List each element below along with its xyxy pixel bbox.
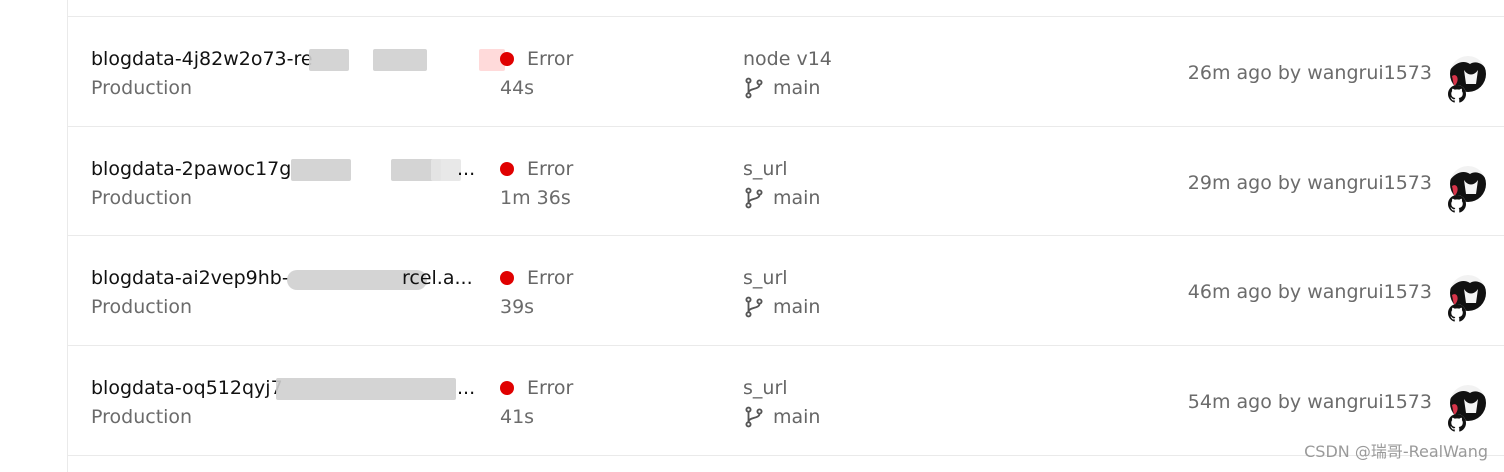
redaction-block [291, 159, 351, 181]
row-divider [67, 455, 1504, 456]
status-dot-icon [500, 381, 514, 395]
deployment-name[interactable]: blogdata-ai2vep9hb- rcel.a... [91, 266, 473, 290]
status-text: Error [527, 267, 574, 289]
build-duration: 39s [500, 296, 535, 318]
github-icon [1448, 414, 1466, 432]
deployment-name[interactable]: blogdata-2pawoc17g ... [91, 157, 475, 181]
branch-name[interactable]: main [773, 187, 820, 209]
deployment-name-cell: blogdata-4j82w2o73-re Production [91, 47, 505, 100]
status-dot-icon [500, 162, 514, 176]
status-cell: Error 39s [500, 266, 720, 319]
build-duration: 41s [500, 406, 535, 428]
status-text: Error [527, 377, 574, 399]
redaction-block [309, 49, 349, 71]
redaction-block [276, 378, 456, 400]
commit-message[interactable]: s_url [743, 266, 1043, 290]
source-cell: s_url main [743, 266, 1043, 319]
deployment-row[interactable]: blogdata-oq512qyj7 ... Production Error … [67, 346, 1504, 455]
source-cell: node v14 main [743, 47, 1043, 100]
github-icon [1448, 85, 1466, 103]
status-cell: Error 44s [500, 47, 720, 100]
source-cell: s_url main [743, 157, 1043, 210]
deployment-name-text: blogdata-ai2vep9hb- [91, 267, 289, 289]
branch-name[interactable]: main [773, 77, 820, 99]
branch-name[interactable]: main [773, 296, 820, 318]
deployments-list: blogdata-4j82w2o73-re Production Error 4… [67, 0, 1504, 472]
left-panel [0, 0, 68, 472]
deploy-time-author: 46m ago by wangrui1573 [1187, 281, 1432, 303]
branch-name[interactable]: main [773, 406, 820, 428]
status-dot-icon [500, 52, 514, 66]
deployment-name[interactable]: blogdata-oq512qyj7 ... [91, 376, 475, 400]
deploy-time-author: 29m ago by wangrui1573 [1187, 172, 1432, 194]
git-branch-icon [745, 296, 763, 318]
source-cell: s_url main [743, 376, 1043, 429]
status-dot-icon [500, 271, 514, 285]
status-text: Error [527, 158, 574, 180]
commit-message[interactable]: s_url [743, 376, 1043, 400]
deployment-name-ellipsis: ... [457, 377, 476, 399]
deployment-name-text: blogdata-4j82w2o73-re [91, 48, 313, 70]
status-text: Error [527, 48, 574, 70]
environment-label: Production [91, 77, 193, 99]
git-branch-icon [745, 406, 763, 428]
deployment-row[interactable]: blogdata-2pawoc17g ... Production Error … [67, 127, 1504, 236]
deployment-row[interactable]: blogdata-4j82w2o73-re Production Error 4… [67, 17, 1504, 126]
status-cell: Error 1m 36s [500, 157, 720, 210]
deployment-name-text: blogdata-oq512qyj7 [91, 377, 283, 399]
github-icon [1448, 195, 1466, 213]
deployment-name-ellipsis: ... [457, 158, 476, 180]
deployment-name-cell: blogdata-oq512qyj7 ... Production [91, 376, 475, 429]
build-duration: 44s [500, 77, 535, 99]
build-duration: 1m 36s [500, 187, 571, 209]
deployment-name[interactable]: blogdata-4j82w2o73-re [91, 47, 505, 71]
environment-label: Production [91, 406, 193, 428]
git-branch-icon [745, 77, 763, 99]
deployment-name-cell: blogdata-2pawoc17g ... Production [91, 157, 475, 210]
status-cell: Error 41s [500, 376, 720, 429]
watermark: CSDN @瑞哥-RealWang [1304, 442, 1488, 461]
deployment-row[interactable]: blogdata-ai2vep9hb- rcel.a... Production… [67, 236, 1504, 345]
deploy-time-author: 54m ago by wangrui1573 [1187, 391, 1432, 413]
deploy-time-author: 26m ago by wangrui1573 [1187, 62, 1432, 84]
commit-message[interactable]: s_url [743, 157, 1043, 181]
redaction-block [373, 49, 427, 71]
github-icon [1448, 304, 1466, 322]
deployment-name-text: blogdata-2pawoc17g [91, 158, 292, 180]
commit-message[interactable]: node v14 [743, 47, 1043, 71]
deployment-name-cell: blogdata-ai2vep9hb- rcel.a... Production [91, 266, 473, 319]
deployment-name-tail: rcel.a... [402, 267, 473, 289]
environment-label: Production [91, 296, 193, 318]
git-branch-icon [745, 187, 763, 209]
environment-label: Production [91, 187, 193, 209]
